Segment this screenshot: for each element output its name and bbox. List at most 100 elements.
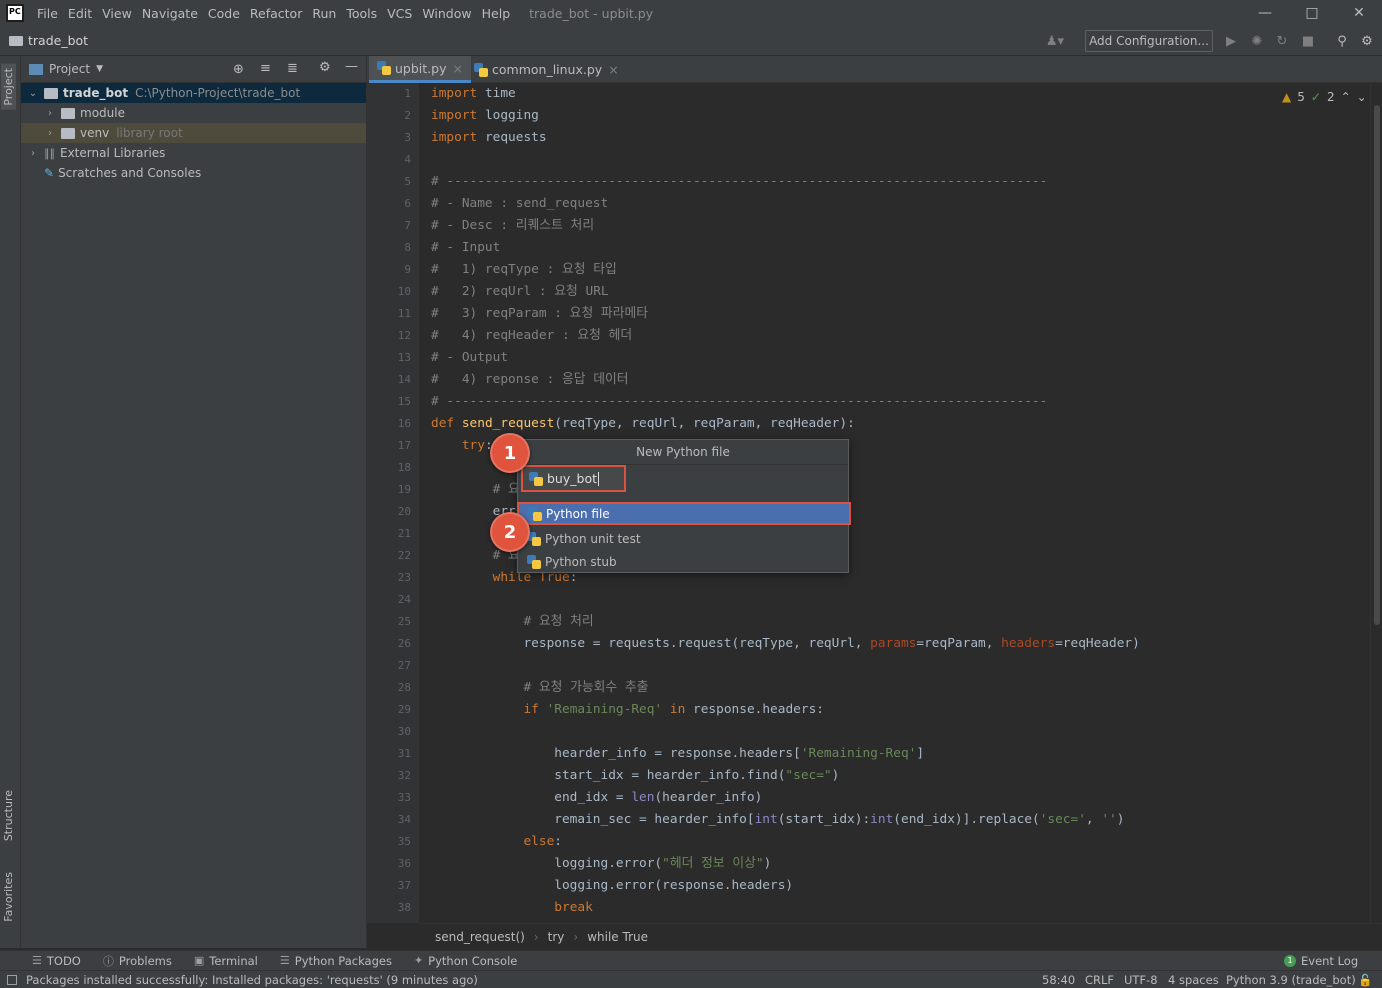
coverage-icon[interactable]: ↻	[1273, 32, 1291, 50]
chevron-down-icon[interactable]: ⌄	[26, 88, 40, 99]
menu-code[interactable]: Code	[203, 6, 245, 21]
chevron-down-icon[interactable]: ▼	[96, 64, 103, 74]
project-breadcrumb[interactable]: trade_bot	[28, 33, 88, 48]
settings-gear-icon[interactable]: ⚙	[1358, 32, 1376, 50]
menu-vcs[interactable]: VCS	[382, 6, 417, 21]
tree-item-module[interactable]: › module	[21, 103, 366, 123]
code-breadcrumbs: send_request() › try › while True	[419, 923, 1382, 950]
popup-title: New Python file	[518, 440, 848, 465]
locate-icon[interactable]: ⊕	[233, 62, 244, 77]
popup-item-python-unit-test[interactable]: Python unit test	[518, 527, 848, 550]
menu-view[interactable]: View	[97, 6, 137, 21]
line-number-gutter: 1 2 3 4 5 6 7 8 9 10 11 12 13 14 15 16 17 18 19 20 21 22 23 24 2…	[367, 83, 419, 923]
event-log-button[interactable]: 1 Event Log	[1284, 954, 1358, 968]
python-file-icon	[377, 61, 391, 75]
problems-tool-button[interactable]: ⓘ Problems	[103, 953, 172, 969]
todo-tool-button[interactable]: ☰ TODO	[32, 954, 81, 968]
file-name-input[interactable]: buy_bot	[521, 465, 626, 492]
line-number: 35	[397, 835, 411, 848]
favorites-tool-tab[interactable]: Favorites	[2, 872, 15, 922]
indent-setting[interactable]: 4 spaces	[1168, 973, 1219, 987]
close-tab-icon[interactable]: ×	[608, 62, 618, 77]
terminal-icon: ▣	[193, 954, 205, 967]
maximize-icon[interactable]: □	[1289, 0, 1335, 26]
close-tab-icon[interactable]: ×	[452, 61, 462, 76]
tree-item-venv[interactable]: › venv library root	[21, 123, 366, 143]
file-encoding[interactable]: UTF-8	[1124, 973, 1158, 987]
chevron-right-icon[interactable]: ›	[43, 108, 57, 119]
line-number: 30	[397, 725, 411, 738]
tree-item-external-libraries[interactable]: › ∥∥ External Libraries	[21, 143, 366, 163]
menu-file[interactable]: File	[32, 6, 63, 21]
tree-item-trade-bot[interactable]: ⌄ trade_bot C:\Python-Project\trade_bot	[21, 83, 366, 103]
menu-tools[interactable]: Tools	[341, 6, 382, 21]
caret-position[interactable]: 58:40	[1042, 973, 1075, 987]
folder-icon	[61, 107, 75, 119]
menu-help[interactable]: Help	[477, 6, 516, 21]
expand-all-icon[interactable]: ≡	[260, 61, 271, 76]
terminal-tool-button[interactable]: ▣ Terminal	[194, 954, 258, 968]
next-highlight-icon[interactable]: ⌄	[1357, 90, 1367, 104]
code-line: # 3) reqParam : 요청 파라메타	[431, 306, 649, 321]
python-file-icon	[529, 471, 543, 486]
toggle-tool-windows-icon[interactable]	[7, 974, 17, 985]
structure-tool-tab[interactable]: Structure	[2, 790, 15, 841]
menu-window[interactable]: Window	[417, 6, 476, 21]
python-packages-tool-button[interactable]: ☰ Python Packages	[280, 954, 392, 968]
code-line: # - Desc : 리퀘스트 처리	[431, 218, 595, 233]
collapse-all-icon[interactable]: ≣	[287, 61, 298, 76]
python-console-tool-button[interactable]: ✦ Python Console	[414, 954, 517, 968]
search-icon[interactable]: ⚲	[1333, 32, 1351, 50]
inspection-widget[interactable]: ▲ 5 ✓ 2 ⌃ ⌄	[1282, 88, 1367, 106]
folder-icon	[61, 127, 75, 139]
line-number: 8	[404, 241, 411, 254]
breadcrumb-while[interactable]: while True	[587, 930, 648, 944]
todo-icon: ☰	[32, 954, 42, 967]
menu-edit[interactable]: Edit	[63, 6, 97, 21]
code-line: # 요청 가능회수 추출	[431, 680, 649, 695]
project-tool-tab[interactable]: Project	[1, 64, 16, 110]
line-number: 10	[397, 285, 411, 298]
menu-refactor[interactable]: Refactor	[245, 6, 307, 21]
tab-upbit-py[interactable]: upbit.py ×	[369, 56, 471, 83]
user-account-icon[interactable]: ♟▾	[1042, 32, 1068, 50]
add-configuration-button[interactable]: Add Configuration...	[1085, 30, 1213, 52]
lock-icon[interactable]: 🔓	[1358, 973, 1372, 987]
scrollbar-thumb[interactable]	[1374, 105, 1380, 625]
line-number: 2	[404, 109, 411, 122]
tree-path: C:\Python-Project\trade_bot	[135, 86, 301, 100]
editor-scrollbar[interactable]	[1370, 83, 1382, 923]
popup-item-python-file[interactable]: Python file	[517, 502, 851, 525]
debug-icon[interactable]: ✺	[1248, 32, 1266, 50]
line-number: 15	[397, 395, 411, 408]
panel-gear-icon[interactable]: ⚙	[319, 60, 331, 75]
tool-label: TODO	[46, 953, 81, 968]
tab-common-linux-py[interactable]: common_linux.py ×	[466, 56, 627, 83]
minimize-icon[interactable]: —	[1242, 0, 1288, 26]
chevron-right-icon[interactable]: ›	[26, 148, 40, 159]
breadcrumb-try[interactable]: try	[548, 930, 565, 944]
project-view-selector[interactable]: Project	[49, 62, 90, 76]
code-line: # 요청 처리	[431, 614, 594, 629]
tree-label: Scratches and Consoles	[58, 166, 202, 180]
event-count-badge: 1	[1284, 954, 1296, 967]
warning-count: 5	[1297, 90, 1305, 104]
hide-panel-icon[interactable]: —	[345, 59, 358, 74]
breadcrumb-function[interactable]: send_request()	[435, 930, 525, 944]
problems-icon: ⓘ	[102, 954, 114, 968]
python-interpreter[interactable]: Python 3.9 (trade_bot)	[1226, 973, 1356, 987]
menu-navigate[interactable]: Navigate	[137, 6, 203, 21]
previous-highlight-icon[interactable]: ⌃	[1341, 90, 1351, 104]
close-window-icon[interactable]: ✕	[1336, 0, 1382, 26]
status-message[interactable]: Packages installed successfully: Install…	[26, 973, 478, 987]
chevron-right-icon[interactable]: ›	[43, 128, 57, 139]
weak-warning-icon: ✓	[1310, 90, 1321, 104]
line-number: 3	[404, 131, 411, 144]
stop-icon[interactable]: ■	[1299, 32, 1317, 50]
popup-item-python-stub[interactable]: Python stub	[518, 550, 848, 573]
tool-label: Python Console	[428, 953, 518, 968]
line-separator[interactable]: CRLF	[1085, 973, 1114, 987]
menu-run[interactable]: Run	[307, 6, 341, 21]
tree-item-scratches[interactable]: ✎ Scratches and Consoles	[21, 163, 366, 183]
run-icon[interactable]: ▶	[1222, 32, 1240, 50]
